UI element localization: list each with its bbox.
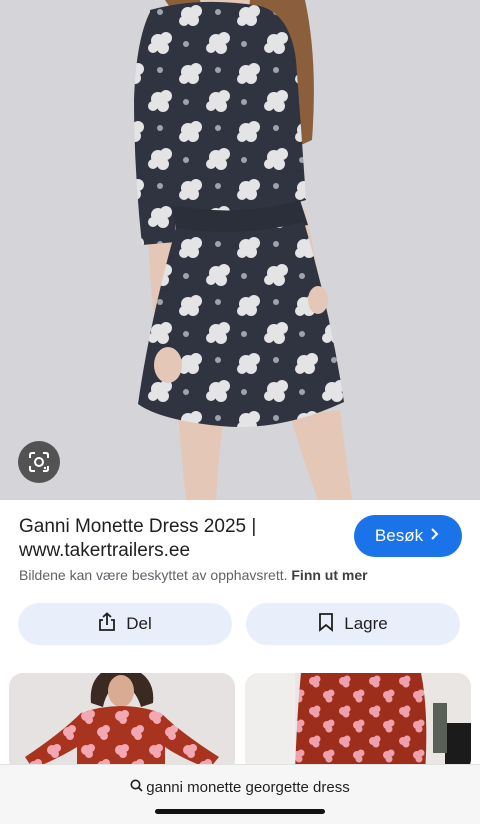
related-image-2[interactable] bbox=[245, 673, 471, 773]
save-button[interactable]: Lagre bbox=[246, 603, 460, 645]
visit-button[interactable]: Besøk bbox=[354, 515, 462, 557]
save-label: Lagre bbox=[344, 614, 388, 633]
lens-icon bbox=[27, 450, 51, 474]
red-dress-detail-photo bbox=[245, 673, 471, 773]
share-label: Del bbox=[126, 614, 152, 633]
result-info-panel: Ganni Monette Dress 2025 | www.takertrai… bbox=[0, 500, 480, 668]
bottom-search-bar[interactable]: ganni monette georgette dress bbox=[0, 764, 480, 824]
search-query[interactable]: ganni monette georgette dress bbox=[0, 779, 480, 796]
copyright-text: Bildene kan være beskyttet av opphavsret… bbox=[19, 567, 288, 583]
related-image-1[interactable] bbox=[9, 673, 235, 773]
red-dress-photo bbox=[9, 673, 235, 773]
lens-button[interactable] bbox=[18, 441, 60, 483]
dress-photo bbox=[0, 0, 480, 500]
search-query-text: ganni monette georgette dress bbox=[146, 779, 350, 796]
chevron-right-icon bbox=[429, 526, 441, 546]
search-icon bbox=[130, 779, 143, 796]
visit-label: Besøk bbox=[374, 526, 424, 545]
share-icon bbox=[98, 611, 116, 637]
home-indicator bbox=[155, 809, 325, 814]
main-image[interactable] bbox=[0, 0, 480, 500]
learn-more-link[interactable]: Finn ut mer bbox=[291, 567, 367, 583]
copyright-notice: Bildene kan være beskyttet av opphavsret… bbox=[19, 567, 368, 583]
result-title[interactable]: Ganni Monette Dress 2025 | www.takertrai… bbox=[19, 515, 339, 563]
share-button[interactable]: Del bbox=[18, 603, 232, 645]
bookmark-icon bbox=[318, 612, 334, 637]
